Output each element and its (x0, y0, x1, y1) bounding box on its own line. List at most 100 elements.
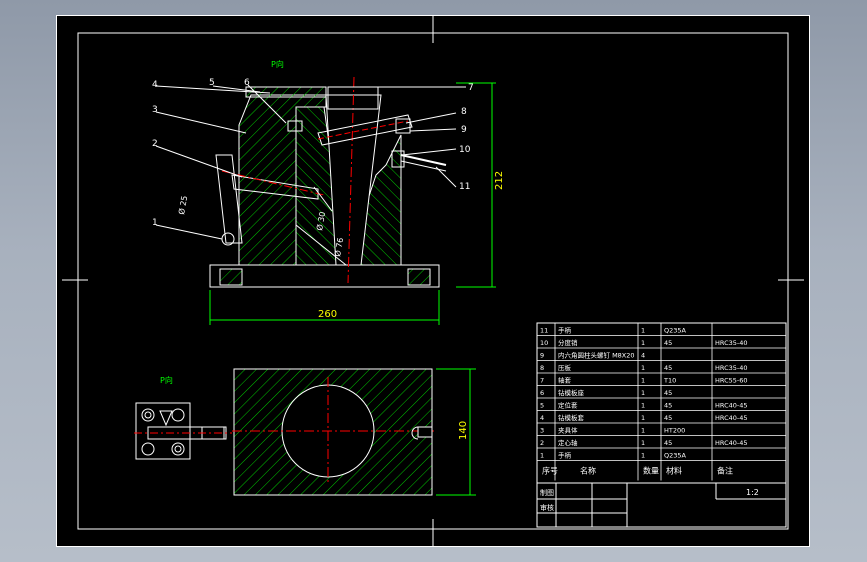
bom-cell-material: HT200 (664, 427, 685, 435)
bom-cell-qty: 1 (641, 339, 645, 347)
leader-3 (155, 111, 247, 134)
bom-cell-no: 5 (540, 402, 544, 410)
bom-cell-material: 45 (664, 339, 672, 347)
bom-cell-material: 45 (664, 439, 672, 447)
callout-1: 1 (152, 218, 158, 228)
leader-1 (155, 224, 223, 240)
bom-cell-name: 夹具体 (558, 426, 578, 435)
bom-cell-no: 6 (540, 389, 544, 397)
bom-cell-note: HRC35-40 (715, 339, 748, 347)
leader-11 (435, 166, 457, 188)
top-view-slot (417, 426, 433, 438)
leader-10 (401, 148, 457, 156)
leader-9 (409, 128, 457, 132)
bom-cell-material: Q235A (664, 327, 687, 335)
index-handle (400, 154, 447, 166)
bom-cell-qty: 1 (641, 414, 645, 422)
bom-cell-name: 手柄 (558, 451, 572, 460)
bom-cell-name: 轴套 (558, 376, 572, 385)
bom-cell-qty: 1 (641, 389, 645, 397)
bom-cell-name: 定位套 (558, 401, 578, 410)
bom-header-note: 备注 (717, 466, 733, 476)
title-checked-label: 审核 (540, 503, 554, 512)
callout-3: 3 (152, 105, 158, 115)
bom-header-material: 材料 (666, 466, 682, 476)
bom-cell-material: 45 (664, 389, 672, 397)
bom-cell-material: 45 (664, 414, 672, 422)
sheet-outer-border (56, 15, 810, 547)
view-label-top: P向 (160, 375, 173, 385)
bom-cell-qty: 1 (641, 377, 645, 385)
bom-cell-qty: 1 (641, 452, 645, 460)
cad-drawing: 260 212 Ø 30 Ø 76 Ø 25 P向 4 5 6 3 2 1 7 … (56, 15, 810, 547)
bom-cell-material: T10 (663, 377, 676, 385)
bom-cell-note: HRC40-45 (715, 414, 748, 422)
aux-hole-4 (171, 442, 185, 456)
bom-header-name: 名称 (580, 466, 596, 476)
bom-cell-name: 钻模板座 (558, 388, 585, 397)
dim-pin-hole: Ø 25 (176, 195, 189, 215)
bom-cell-no: 7 (540, 377, 544, 385)
base-foot-right (407, 268, 431, 286)
bom-cell-no: 8 (540, 364, 544, 372)
bom-cell-note: HRC40-45 (715, 439, 748, 447)
bom-header-qty: 数量 (643, 466, 659, 476)
handle-grip (215, 154, 243, 244)
bom-cell-name: 定心轴 (558, 438, 578, 447)
bom-cell-note: HRC40-45 (715, 402, 748, 410)
bom-cell-name: 压板 (558, 363, 572, 372)
callout-6: 6 (244, 78, 250, 88)
bom-cell-qty: 1 (641, 327, 645, 335)
dim-tv-height-text: 140 (458, 421, 469, 440)
aux-hole-1 (141, 408, 155, 422)
title-scale-value: 1:2 (746, 488, 759, 497)
bom-cell-name: 分度销 (558, 338, 578, 347)
bom-cell-qty: 1 (641, 439, 645, 447)
bom-cell-note: HRC35-40 (715, 364, 748, 372)
aux-hole-2 (171, 408, 185, 422)
bom-cell-qty: 1 (641, 427, 645, 435)
front-view: 260 212 Ø 30 Ø 76 Ø 25 P向 4 5 6 3 2 1 7 … (152, 59, 505, 325)
bom-cell-material: 45 (664, 402, 672, 410)
aux-hole-3 (141, 442, 155, 456)
bom-cell-qty: 1 (641, 364, 645, 372)
drawing-viewport[interactable]: 260 212 Ø 30 Ø 76 Ø 25 P向 4 5 6 3 2 1 7 … (56, 15, 810, 547)
bom-cell-note: HRC55-60 (715, 377, 748, 385)
base-plate (209, 264, 440, 288)
bill-of-materials: 11 手柄 1 Q235A10 分度销 1 45 HRC35-409 内六角圆柱头螺钉 M8X2… (536, 322, 787, 528)
leader-2 (155, 145, 243, 178)
callout-7: 7 (468, 83, 474, 93)
dim-width-text: 260 (318, 309, 337, 320)
bom-cell-no: 11 (540, 327, 548, 335)
callout-4: 4 (152, 80, 158, 90)
bom-header-no: 序号 (542, 466, 558, 476)
view-label-front: P向 (271, 59, 284, 69)
bom-cell-no: 4 (540, 414, 544, 422)
top-view: 140 P向 (134, 368, 476, 496)
bom-cell-material: 45 (664, 364, 672, 372)
callout-2: 2 (152, 139, 158, 149)
dim-height-text: 212 (494, 171, 505, 190)
aux-hole-1-inner (144, 411, 152, 419)
callout-5: 5 (209, 78, 215, 88)
bom-cell-material: Q235A (664, 452, 687, 460)
bom-cell-no: 3 (540, 427, 544, 435)
bom-cell-no: 9 (540, 352, 544, 360)
bom-cell-qty: 4 (641, 352, 645, 360)
bom-cell-name: 钻模板套 (558, 413, 585, 422)
callout-11: 11 (459, 182, 470, 192)
bom-cell-no: 2 (540, 439, 544, 447)
bom-cell-no: 1 (540, 452, 544, 460)
callout-8: 8 (461, 107, 467, 117)
callout-9: 9 (461, 125, 467, 135)
callout-10: 10 (459, 145, 471, 155)
bom-cell-qty: 1 (641, 402, 645, 410)
leader-8 (405, 112, 457, 124)
bom-cell-name: 内六角圆柱头螺钉 M8X20 (558, 351, 635, 360)
aux-hole-4-inner (174, 445, 182, 453)
base-foot-left (219, 268, 243, 286)
title-drawn-label: 制图 (540, 488, 554, 497)
aux-indicator (159, 410, 173, 427)
bom-cell-name: 手柄 (558, 326, 572, 335)
bom-cell-no: 10 (540, 339, 548, 347)
